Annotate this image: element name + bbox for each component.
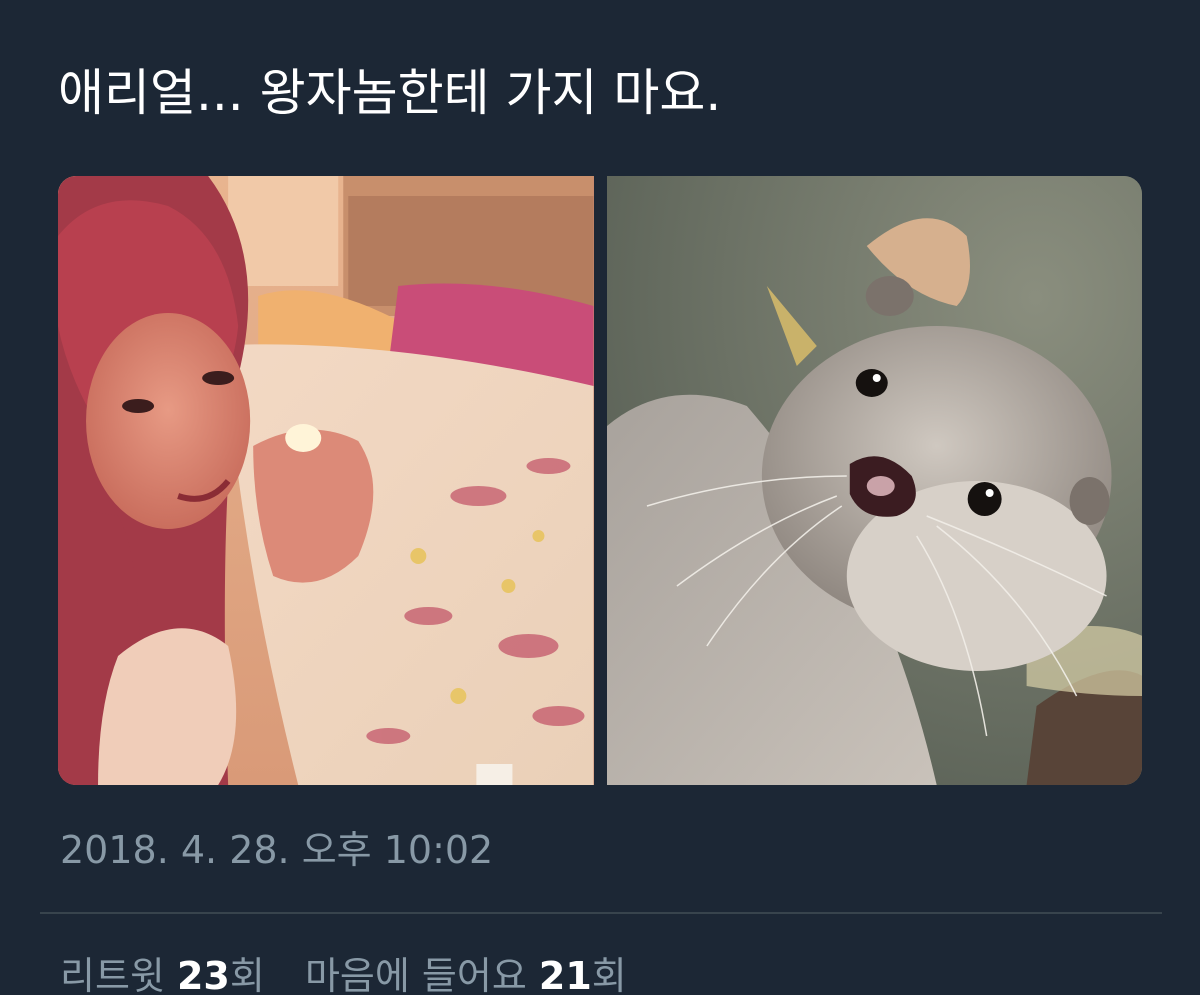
divider xyxy=(40,912,1162,914)
likes-stat[interactable]: 마음에 들어요 21회 xyxy=(305,950,627,995)
likes-label: 마음에 들어요 xyxy=(304,954,527,995)
tweet-timestamp[interactable]: 2018. 4. 28. 오후 10:02 xyxy=(60,824,493,876)
retweets-count: 23 xyxy=(176,954,230,995)
retweets-label: 리트윗 xyxy=(60,954,165,995)
retweets-stat[interactable]: 리트윗 23회 xyxy=(60,950,265,995)
tweet-text: 애리얼... 왕자놈한테 가지 마요. xyxy=(58,64,722,122)
otter-photo-illustration xyxy=(606,176,1142,785)
media-photo-otter[interactable] xyxy=(606,176,1142,785)
woman-photo-illustration xyxy=(58,176,594,785)
retweets-suffix: 회 xyxy=(229,954,265,995)
tweet-detail: 애리얼... 왕자놈한테 가지 마요. 2018. 4. 28. 오후 10:0… xyxy=(0,0,1200,995)
likes-suffix: 회 xyxy=(591,954,627,995)
likes-count: 21 xyxy=(538,954,592,995)
tweet-media xyxy=(58,176,1142,785)
tweet-stats: 리트윗 23회 마음에 들어요 21회 xyxy=(60,950,627,995)
media-photo-woman[interactable] xyxy=(58,176,594,785)
